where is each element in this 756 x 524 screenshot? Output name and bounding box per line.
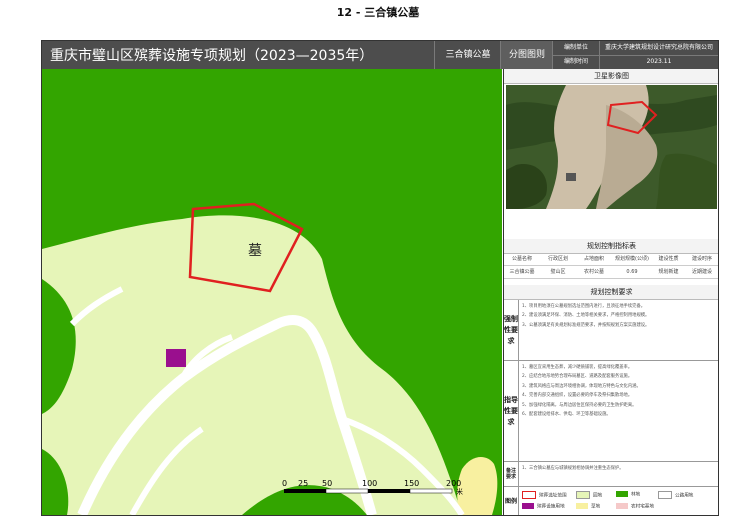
scale-tick: 0	[282, 479, 287, 488]
req-label: 强制性要求	[504, 300, 519, 360]
legend-label: 图例	[504, 487, 519, 515]
funeral-facility-plot[interactable]	[166, 349, 186, 367]
req-text: 1、墓区宜采用生态葬，减少硬质铺装，提高绿化覆盖率。 2、应结合地形地势合理布局…	[522, 365, 715, 421]
meta-row-date: 编制时间 2023.11	[553, 55, 718, 69]
satellite-title: 卫星影像图	[504, 69, 718, 84]
meta-value: 2023.11	[646, 58, 672, 65]
legend-swatch	[522, 503, 534, 509]
guidance-requirements: 指导性要求 1、墓区宜采用生态葬，减少硬质铺装，提高绿化覆盖率。 2、应结合地形…	[504, 361, 718, 462]
title-banner: 重庆市璧山区殡葬设施专项规划（2023—2035年） 三合镇公墓 分图图则 编制…	[42, 41, 718, 69]
req-item: 5、加强绿化隔离，与周边居住区保持必要的卫生防护距离。	[522, 402, 637, 408]
legend: 图例 殡葬选址范围 园地 林地 公路用地 殡葬设施用地 草地 农村宅基地	[504, 487, 718, 515]
requirements-title: 规划控制要求	[504, 285, 718, 300]
map-sheet: 重庆市璧山区殡葬设施专项规划（2023—2035年） 三合镇公墓 分图图则 编制…	[41, 40, 719, 516]
legend-item: 殡葬设施用地	[522, 503, 565, 510]
req-item: 3、建筑风格应与周边环境相协调，体现地方特色与文化内涵。	[522, 383, 641, 389]
scale-tick: 50	[322, 479, 332, 488]
meta-key: 编制单位	[553, 41, 600, 55]
index-cell: 三合镇公墓	[509, 269, 535, 275]
req-text: 1、三合镇公墓应与城镇规划相协调并注重生态保护。	[522, 466, 715, 475]
legend-swatch	[576, 491, 590, 499]
legend-swatch	[576, 503, 588, 509]
index-header-cell: 建设时序	[691, 256, 712, 262]
index-cell: 规划新建	[658, 269, 679, 275]
legend-item: 园地	[576, 491, 602, 499]
meta-row-unit: 编制单位 重庆大学建筑规划设计研究总院有限公司	[553, 41, 718, 56]
index-header-cell: 公墓名称	[511, 256, 532, 262]
legend-item: 林地	[616, 491, 640, 498]
req-item: 2、应结合地形地势合理布局墓区、道路及配套服务设施。	[522, 374, 633, 380]
index-cell: 璧山区	[550, 269, 566, 275]
mandatory-requirements: 强制性要求 1、项目用地须在公墓规划选址范围内进行，且须征地手续完备。 2、建设…	[504, 300, 718, 361]
req-label: 备注要求	[504, 462, 519, 486]
remark-requirements: 备注要求 1、三合镇公墓应与城镇规划相协调并注重生态保护。	[504, 462, 718, 487]
legend-item: 农村宅基地	[616, 503, 654, 510]
meta-value: 重庆大学建筑规划设计研究总院有限公司	[604, 44, 713, 51]
scale-tick: 150	[404, 479, 419, 488]
scale-tick: 200	[446, 479, 461, 488]
index-cell: 农村公墓	[583, 269, 604, 275]
index-header-cell: 规划规模(公顷)	[615, 256, 649, 262]
legend-swatch	[522, 491, 536, 499]
legend-item: 殡葬选址范围	[522, 491, 567, 499]
req-item: 1、项目用地须在公墓规划选址范围内进行，且须征地手续完备。	[522, 304, 646, 309]
req-text: 1、项目用地须在公墓规划选址范围内进行，且须征地手续完备。 2、建设须满足环保、…	[522, 304, 715, 332]
index-data-row: 三合镇公墓 璧山区 农村公墓 0.69 规划新建 近期建设	[504, 266, 718, 279]
req-item: 1、三合镇公墓应与城镇规划相协调并注重生态保护。	[522, 466, 624, 471]
cemetery-name: 三合镇公墓	[434, 41, 501, 69]
scale-unit: 米	[456, 487, 463, 496]
legend-swatch	[658, 491, 672, 499]
index-title: 规划控制指标表	[504, 239, 718, 254]
index-header-row: 公墓名称 行政区划 占地面积 规划规模(公顷) 建设性质 建设时序	[504, 253, 718, 266]
meta-key: 编制时间	[553, 55, 600, 69]
sheet-type-tab[interactable]: 分图图则	[500, 41, 553, 69]
legend-item: 草地	[576, 503, 600, 510]
req-label: 指导性要求	[504, 361, 519, 461]
scale-tick: 100	[362, 479, 377, 488]
map-canvas: 墓 0 25 50 100 150 200 米	[42, 69, 502, 515]
req-item: 3、公墓须满足有关规划标准规范要求，并按照规划方案实施建设。	[522, 322, 650, 328]
index-header-cell: 占地面积	[583, 256, 604, 262]
land-use-map[interactable]: 墓 0 25 50 100 150 200 米	[42, 69, 502, 515]
legend-item: 公路用地	[658, 491, 693, 499]
index-header-cell: 建设性质	[658, 256, 679, 262]
legend-swatch	[616, 491, 628, 497]
info-panel: 卫星影像图 规划控制指标表 公墓名称 行政区划 占地面积 规划规模(公顷) 建设…	[503, 69, 718, 515]
req-item: 1、墓区宜采用生态葬，减少硬质铺装，提高绿化覆盖率。	[522, 365, 633, 370]
page-heading: 12 - 三合镇公墓	[336, 6, 420, 19]
legend-swatch	[616, 503, 628, 509]
satellite-image	[506, 85, 717, 209]
index-cell: 0.69	[626, 269, 638, 275]
site-label: 墓	[248, 243, 262, 259]
index-cell: 近期建设	[691, 269, 712, 275]
plan-title: 重庆市璧山区殡葬设施专项规划（2023—2035年）	[50, 48, 374, 64]
req-item: 6、配套建设给排水、供电、环卫等基础设施。	[522, 412, 611, 418]
scale-tick: 25	[298, 479, 308, 488]
req-item: 4、完善内部交通组织，设置必要的停车及祭扫集散场地。	[522, 393, 633, 399]
req-item: 2、建设须满足环保、消防、土地等相关要求，严格控制用地规模。	[522, 313, 650, 319]
index-header-cell: 行政区划	[547, 256, 568, 262]
meta-table: 编制单位 重庆大学建筑规划设计研究总院有限公司 编制时间 2023.11	[552, 41, 718, 69]
